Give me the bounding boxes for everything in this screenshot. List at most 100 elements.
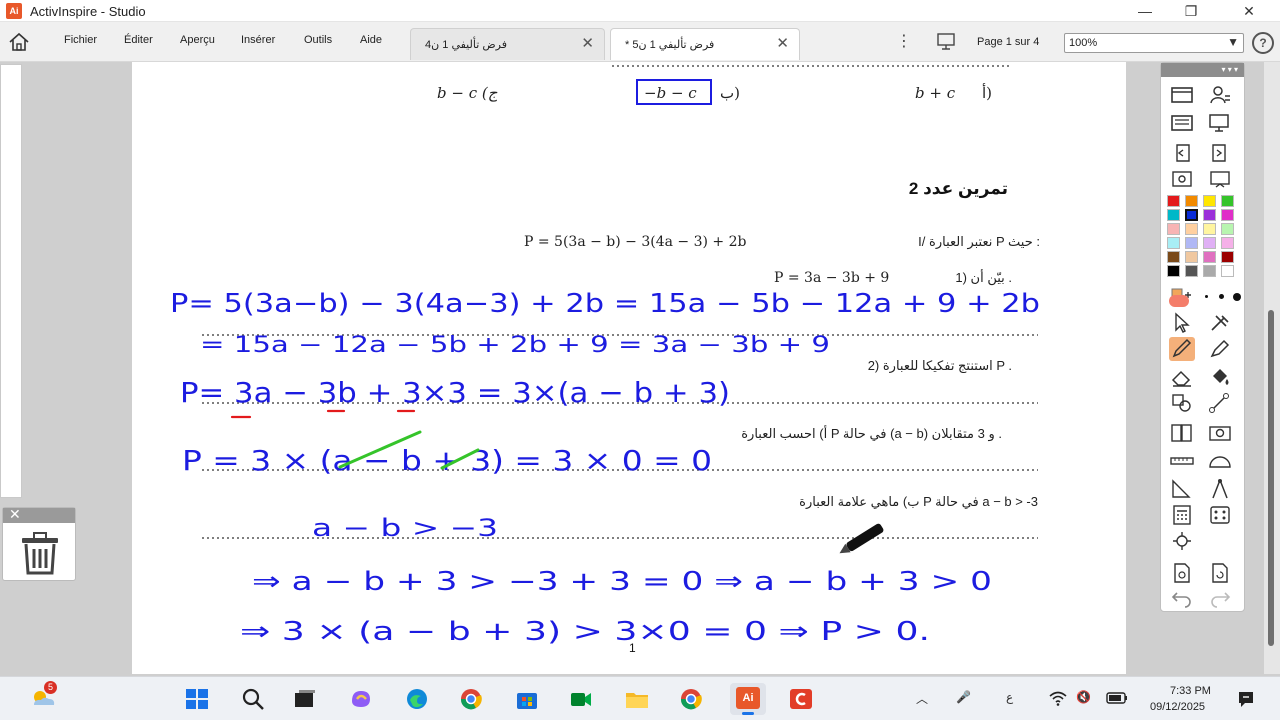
help-icon[interactable]: ? bbox=[1252, 32, 1274, 54]
pen-tool-icon[interactable] bbox=[1169, 337, 1195, 361]
screen-recorder-icon[interactable] bbox=[788, 687, 814, 711]
color-swatch[interactable] bbox=[1167, 195, 1180, 207]
set-square-icon[interactable] bbox=[1169, 477, 1195, 501]
highlighter-icon[interactable] bbox=[1207, 337, 1233, 361]
protractor-icon[interactable] bbox=[1207, 449, 1233, 473]
color-swatch[interactable] bbox=[1185, 209, 1198, 221]
copilot-icon[interactable] bbox=[348, 687, 374, 711]
color-swatch[interactable] bbox=[1203, 195, 1216, 207]
close-icon[interactable]: ✕ bbox=[776, 34, 789, 52]
color-swatch[interactable] bbox=[1203, 223, 1216, 235]
search-icon[interactable] bbox=[240, 687, 266, 711]
volume-muted-icon[interactable]: 🔇 bbox=[1076, 690, 1091, 704]
activinspire-taskbar-button[interactable]: Ai bbox=[730, 683, 766, 715]
minimize-button[interactable]: — bbox=[1122, 0, 1168, 22]
store-icon[interactable] bbox=[514, 687, 540, 711]
color-swatch[interactable] bbox=[1203, 209, 1216, 221]
scrollbar-thumb[interactable] bbox=[1268, 310, 1274, 646]
menu-apercu[interactable]: Aperçu bbox=[180, 34, 215, 46]
zoom-select[interactable]: 100% ▼ bbox=[1064, 33, 1244, 53]
toolbox-header[interactable]: ▾ ▾ ▾ bbox=[1161, 63, 1244, 77]
main-menu-icon[interactable] bbox=[1169, 83, 1195, 107]
menu-inserer[interactable]: Insérer bbox=[241, 34, 275, 46]
reset-page-icon[interactable] bbox=[1207, 561, 1233, 585]
compass-icon[interactable] bbox=[1207, 477, 1233, 501]
microphone-icon[interactable]: 🎤 bbox=[956, 690, 971, 704]
color-swatch[interactable] bbox=[1167, 209, 1180, 221]
close-icon[interactable]: ✕ bbox=[581, 34, 594, 52]
language-indicator[interactable]: ع bbox=[1006, 690, 1013, 704]
page-reset-icon[interactable] bbox=[1169, 167, 1195, 191]
more-options-icon[interactable]: ⋮ bbox=[896, 31, 912, 51]
close-window-button[interactable]: ✕ bbox=[1226, 0, 1272, 22]
presentation-icon[interactable] bbox=[936, 32, 956, 50]
color-swatch[interactable] bbox=[1221, 237, 1234, 249]
clear-page-icon[interactable] bbox=[1169, 561, 1195, 585]
color-swatch[interactable] bbox=[1167, 237, 1180, 249]
dual-user-icon[interactable] bbox=[1207, 167, 1233, 191]
fill-icon[interactable] bbox=[1207, 365, 1233, 389]
weather-icon[interactable]: 5 bbox=[28, 681, 58, 709]
next-page-icon[interactable] bbox=[1207, 141, 1233, 165]
screen-icon[interactable] bbox=[1207, 111, 1233, 135]
close-icon[interactable]: ✕ bbox=[9, 506, 21, 523]
camera-icon[interactable] bbox=[1207, 421, 1233, 445]
menu-editer[interactable]: Éditer bbox=[124, 34, 153, 46]
color-swatch[interactable] bbox=[1221, 251, 1234, 263]
tray-chevron-icon[interactable]: ︿ bbox=[916, 690, 928, 707]
resource-browser-icon[interactable] bbox=[1169, 111, 1195, 135]
color-swatch[interactable] bbox=[1221, 209, 1234, 221]
color-swatch[interactable] bbox=[1203, 265, 1216, 277]
start-icon[interactable] bbox=[184, 687, 210, 711]
home-icon[interactable] bbox=[8, 32, 30, 52]
menu-outils[interactable]: Outils bbox=[304, 34, 332, 46]
color-swatch[interactable] bbox=[1185, 265, 1198, 277]
tab-document-1[interactable]: فرض تأليفي 1 ن4 ✕ bbox=[410, 28, 605, 60]
color-swatch[interactable] bbox=[1185, 195, 1198, 207]
redo-icon[interactable] bbox=[1207, 585, 1233, 609]
chrome-profile-icon[interactable] bbox=[678, 687, 704, 711]
clock-date[interactable]: 09/12/2025 bbox=[1150, 701, 1205, 713]
chrome-icon[interactable] bbox=[458, 687, 484, 711]
shape-icon[interactable] bbox=[1169, 391, 1195, 415]
spotlight-icon[interactable] bbox=[1169, 529, 1195, 553]
dice-icon[interactable] bbox=[1207, 503, 1233, 527]
undo-icon[interactable] bbox=[1169, 585, 1195, 609]
color-swatch[interactable] bbox=[1185, 223, 1198, 235]
color-swatch[interactable] bbox=[1203, 251, 1216, 263]
color-swatch[interactable] bbox=[1185, 251, 1198, 263]
trash-icon[interactable] bbox=[17, 530, 63, 576]
menu-aide[interactable]: Aide bbox=[360, 34, 382, 46]
user-profile-icon[interactable] bbox=[1207, 83, 1233, 107]
notification-icon[interactable] bbox=[1236, 689, 1256, 709]
task-view-icon[interactable] bbox=[292, 687, 318, 711]
wifi-icon[interactable] bbox=[1048, 689, 1068, 707]
color-swatch[interactable] bbox=[1203, 237, 1216, 249]
previous-page-icon[interactable] bbox=[1169, 141, 1195, 165]
flipchart-page[interactable]: b − c (ج −b − c ب) b + c أ) تمرين عدد 2 … bbox=[132, 62, 1126, 674]
calculator-icon[interactable] bbox=[1169, 503, 1195, 527]
color-swatch[interactable] bbox=[1221, 195, 1234, 207]
clock-time[interactable]: 7:33 PM bbox=[1170, 685, 1211, 697]
ruler-icon[interactable] bbox=[1169, 449, 1195, 473]
left-browser-panel[interactable] bbox=[0, 64, 22, 498]
color-swatch[interactable] bbox=[1167, 265, 1180, 277]
tools-icon[interactable] bbox=[1207, 311, 1233, 335]
select-arrow-icon[interactable] bbox=[1169, 311, 1195, 335]
width-slider[interactable] bbox=[1169, 295, 1189, 307]
trash-panel[interactable]: ✕ bbox=[2, 506, 76, 581]
file-explorer-icon[interactable] bbox=[624, 687, 650, 711]
color-swatch[interactable] bbox=[1167, 223, 1180, 235]
connector-icon[interactable] bbox=[1207, 391, 1233, 415]
color-swatch[interactable] bbox=[1185, 237, 1198, 249]
eraser-icon[interactable] bbox=[1169, 365, 1195, 389]
tab-document-2[interactable]: * فرض تأليفي 1 ن5 ✕ bbox=[610, 28, 800, 60]
color-swatch[interactable] bbox=[1221, 265, 1234, 277]
meet-icon[interactable] bbox=[568, 687, 594, 711]
edge-icon[interactable] bbox=[404, 687, 430, 711]
color-swatch[interactable] bbox=[1221, 223, 1234, 235]
battery-icon[interactable] bbox=[1106, 691, 1128, 705]
color-swatch[interactable] bbox=[1167, 251, 1180, 263]
page-layout-icon[interactable] bbox=[1169, 421, 1195, 445]
menu-fichier[interactable]: Fichier bbox=[64, 34, 97, 46]
